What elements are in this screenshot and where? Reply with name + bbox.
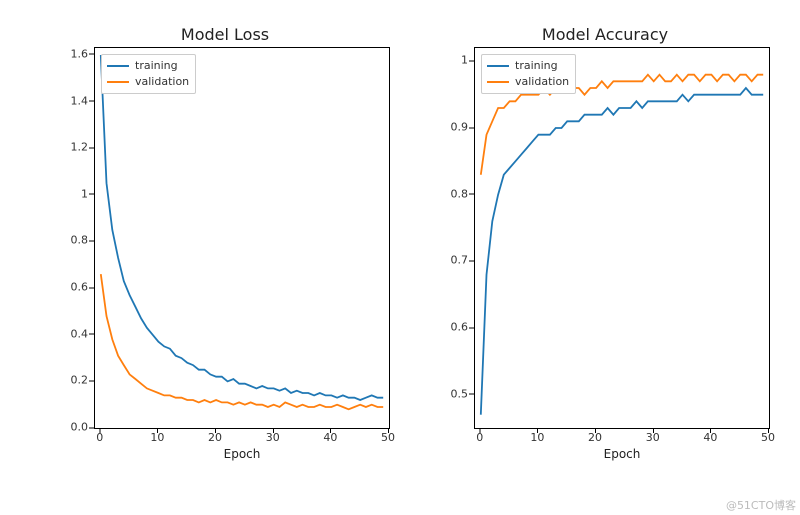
xlabel-acc: Epoch	[474, 447, 770, 465]
series-validation	[101, 274, 383, 409]
ytick: 0.4	[71, 327, 89, 340]
panels-row: Model Loss 0.0 0.2 0.4 0.6 0.8 1 1.2 1.4 1.6 tra…	[60, 25, 770, 465]
legend-label-validation: validation	[515, 74, 569, 90]
panel-loss-xaxis-row: 01020304050	[60, 429, 390, 447]
ytick: 1.4	[71, 94, 89, 107]
xaxis-acc: 01020304050	[474, 429, 770, 447]
xtick: 0	[476, 431, 483, 444]
yaxis-loss: 0.00.20.40.60.811.21.41.6	[60, 47, 94, 427]
panel-acc-xaxis-row: 01020304050	[440, 429, 770, 447]
xtick: 40	[703, 431, 717, 444]
panel-loss: Model Loss 0.0 0.2 0.4 0.6 0.8 1 1.2 1.4 1.6 tra…	[60, 25, 390, 465]
panel-loss-title: Model Loss	[60, 25, 390, 47]
legend-loss-item-validation: validation	[107, 74, 189, 90]
xtick: 30	[266, 431, 280, 444]
ytick: 0.8	[451, 187, 469, 200]
lines-svg-loss	[95, 48, 389, 428]
watermark-text: @51CTO博客	[726, 497, 796, 513]
yaxis-acc: 0.5 0.6 0.7 0.8 0.9 1	[440, 47, 474, 427]
xtick: 0	[96, 431, 103, 444]
xtick: 10	[530, 431, 544, 444]
legend-acc: training validation	[481, 54, 576, 94]
ytick: 1.6	[71, 47, 89, 60]
legend-loss-item-training: training	[107, 58, 189, 74]
ytick: 0.2	[71, 374, 89, 387]
lines-svg-acc	[475, 48, 769, 428]
legend-acc-item-validation: validation	[487, 74, 569, 90]
xtick: 40	[323, 431, 337, 444]
plot-area-acc: training validation	[474, 47, 770, 429]
legend-label-training: training	[515, 58, 558, 74]
ytick: 1	[81, 187, 88, 200]
legend-label-training: training	[135, 58, 178, 74]
ytick: 0.0	[71, 421, 89, 434]
xtick: 20	[588, 431, 602, 444]
legend-acc-item-training: training	[487, 58, 569, 74]
ytick: 0.8	[71, 234, 89, 247]
legend-loss: training validation	[101, 54, 196, 94]
panel-acc-title: Model Accuracy	[440, 25, 770, 47]
legend-label-validation: validation	[135, 74, 189, 90]
legend-swatch-training-icon	[107, 65, 129, 67]
xtick: 30	[646, 431, 660, 444]
panel-acc-plotrow: 0.5 0.6 0.7 0.8 0.9 1 training validation	[440, 47, 770, 429]
figure: Model Loss 0.0 0.2 0.4 0.6 0.8 1 1.2 1.4 1.6 tra…	[0, 0, 800, 515]
ytick: 1.2	[71, 141, 89, 154]
panel-acc-xlabel-row: Epoch	[440, 447, 770, 465]
ytick: 0.5	[451, 387, 469, 400]
legend-swatch-validation-icon	[107, 81, 129, 83]
legend-swatch-training-icon	[487, 65, 509, 67]
ytick: 0.7	[451, 254, 469, 267]
xaxis-loss: 01020304050	[94, 429, 390, 447]
xtick: 50	[381, 431, 395, 444]
panel-loss-plotrow: 0.00.20.40.60.811.21.41.6 training valid…	[60, 47, 390, 429]
ytick: 0.9	[451, 121, 469, 134]
xtick: 50	[761, 431, 775, 444]
panel-acc: Model Accuracy 0.5 0.6 0.7 0.8 0.9 1 training…	[440, 25, 770, 465]
xtick: 10	[150, 431, 164, 444]
plot-area-loss: training validation	[94, 47, 390, 429]
xlabel-loss: Epoch	[94, 447, 390, 465]
legend-swatch-validation-icon	[487, 81, 509, 83]
xtick: 20	[208, 431, 222, 444]
ytick: 0.6	[71, 281, 89, 294]
series-training	[481, 88, 763, 415]
panel-loss-xlabel-row: Epoch	[60, 447, 390, 465]
ytick: 0.6	[451, 321, 469, 334]
series-training	[101, 55, 383, 400]
ytick: 1	[461, 54, 468, 67]
